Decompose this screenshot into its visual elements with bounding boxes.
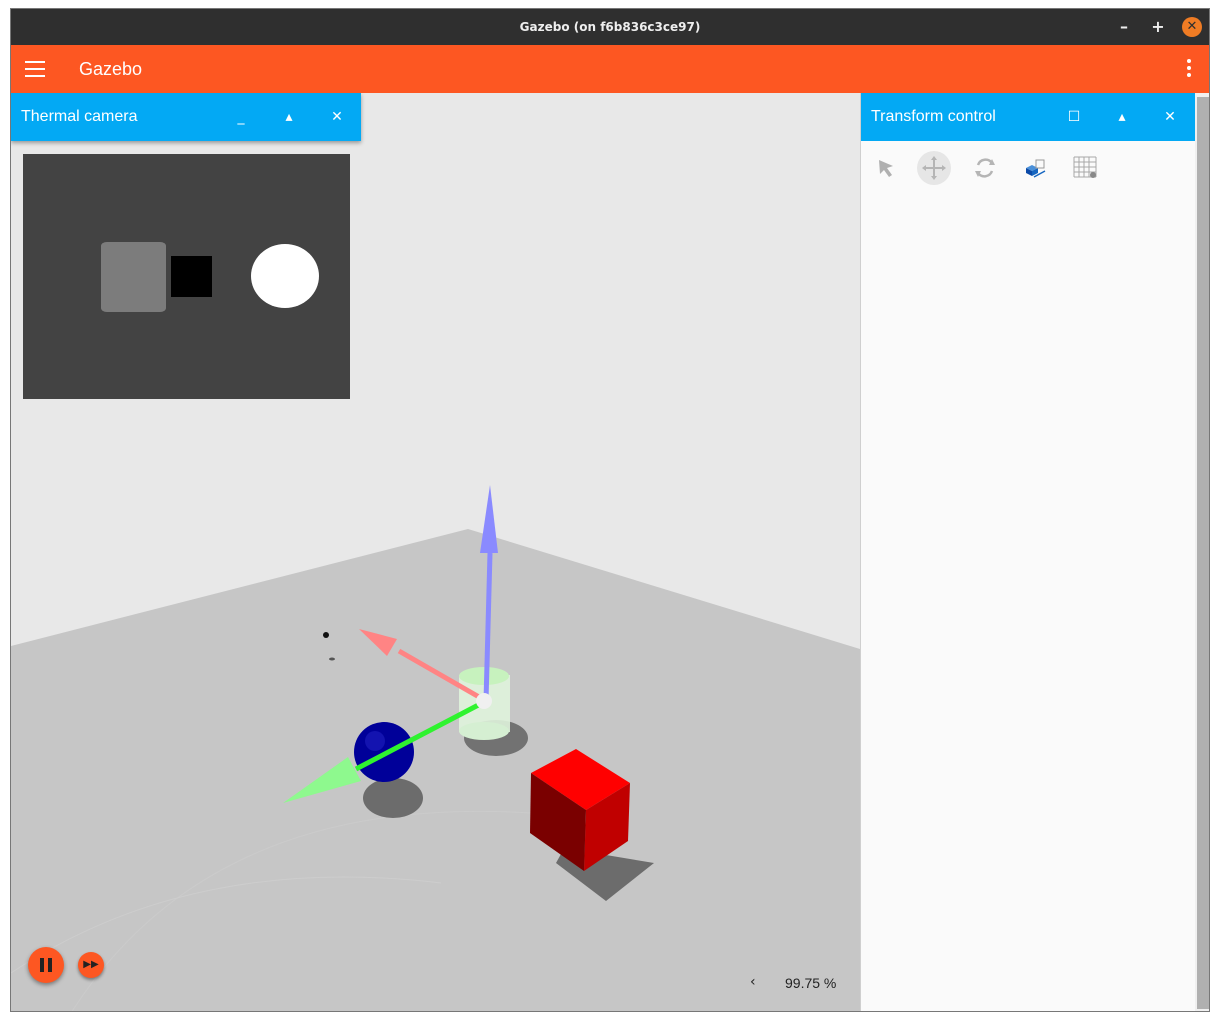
step-forward-button[interactable]: ▶▶: [78, 952, 104, 978]
translate-mode-icon[interactable]: [917, 151, 951, 185]
transform-close-button[interactable]: ✕: [1160, 107, 1180, 127]
hamburger-menu-icon[interactable]: [25, 61, 45, 77]
app-bar: Gazebo: [11, 45, 1209, 93]
thermal-box: [171, 256, 212, 297]
window-close-button[interactable]: ✕: [1182, 17, 1202, 37]
transform-toolbar: [861, 141, 1195, 193]
select-mode-icon[interactable]: [868, 151, 902, 185]
grid-snap-icon[interactable]: [1068, 151, 1102, 185]
rotate-mode-icon[interactable]: [968, 151, 1002, 185]
thermal-sphere: [251, 244, 319, 308]
transform-control-header[interactable]: Transform control ☐ ▴ ✕: [861, 93, 1195, 141]
right-panel-scrollbar[interactable]: [1195, 93, 1209, 1011]
thermal-close-button[interactable]: ✕: [327, 107, 347, 127]
thermal-float-button[interactable]: ▴: [279, 107, 299, 127]
thermal-cylinder: [101, 242, 166, 312]
transform-maximize-button[interactable]: ☐: [1064, 107, 1084, 127]
scene-3d-viewport[interactable]: Thermal camera _ ▴ ✕ ▶▶ ‹ 99.75 %: [11, 93, 860, 1011]
rtf-expand-button[interactable]: ‹: [750, 974, 756, 990]
app-title: Gazebo: [79, 59, 143, 79]
snap-icon[interactable]: [1018, 151, 1052, 185]
window-maximize-button[interactable]: +: [1148, 17, 1168, 37]
pause-button[interactable]: [28, 947, 64, 983]
window-titlebar: Gazebo (on f6b836c3ce97) – + ✕: [11, 9, 1209, 45]
transform-control-title: Transform control: [871, 108, 996, 125]
right-panel: Transform control ☐ ▴ ✕: [860, 93, 1196, 1011]
thermal-camera-header[interactable]: Thermal camera _ ▴ ✕: [11, 93, 361, 141]
thermal-camera-title: Thermal camera: [21, 108, 138, 125]
real-time-factor: 99.75 %: [785, 975, 837, 991]
thermal-minimize-button[interactable]: _: [231, 107, 251, 127]
window-minimize-button[interactable]: –: [1114, 17, 1134, 37]
window-title: Gazebo (on f6b836c3ce97): [519, 20, 701, 34]
more-vert-icon[interactable]: [1187, 59, 1191, 79]
transform-float-button[interactable]: ▴: [1112, 107, 1132, 127]
app-window: Gazebo (on f6b836c3ce97) – + ✕ Gazebo Th…: [10, 8, 1210, 1012]
thermal-camera-image: [23, 154, 350, 399]
fast-forward-icon: ▶▶: [83, 959, 99, 970]
